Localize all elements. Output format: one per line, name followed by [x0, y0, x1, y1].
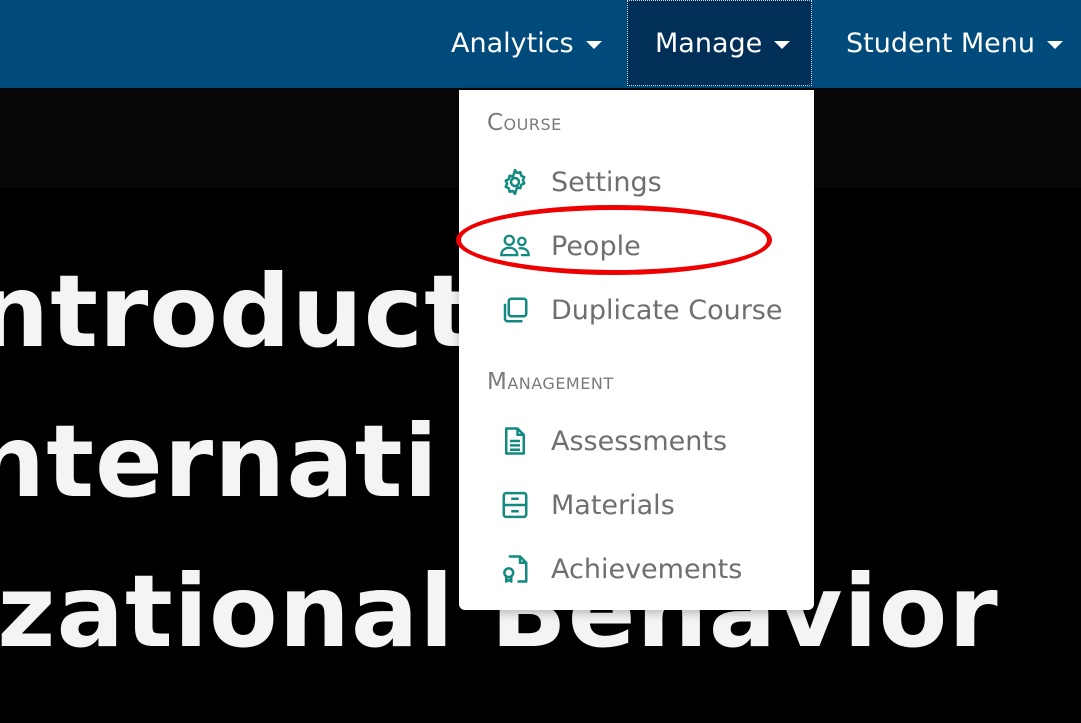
menu-item-people[interactable]: People: [499, 221, 641, 271]
menu-item-settings[interactable]: Settings: [499, 157, 662, 207]
menu-item-assessments[interactable]: Assessments: [499, 416, 727, 466]
copy-icon: [499, 294, 531, 326]
duplicate-course-label: Duplicate Course: [551, 294, 783, 326]
manage-label: Manage: [655, 27, 763, 59]
manage-dropdown-menu: Course Settings People Duplicate Course …: [459, 90, 814, 610]
settings-label: Settings: [551, 166, 662, 198]
materials-label: Materials: [551, 489, 675, 521]
student-menu[interactable]: Student Menu: [846, 0, 1063, 86]
management-section-header: Management: [487, 369, 614, 395]
student-menu-label: Student Menu: [846, 27, 1035, 59]
assessments-label: Assessments: [551, 425, 728, 457]
people-label: People: [551, 230, 641, 262]
menu-item-materials[interactable]: Materials: [499, 480, 675, 530]
menu-item-duplicate-course[interactable]: Duplicate Course: [499, 285, 782, 335]
analytics-menu[interactable]: Analytics: [451, 0, 602, 86]
chevron-down-icon: [774, 41, 791, 49]
course-title-line-1: ntroducti: [0, 253, 509, 370]
chevron-down-icon: [1047, 41, 1063, 49]
gear-icon: [499, 166, 531, 198]
document-icon: [499, 425, 531, 457]
analytics-label: Analytics: [451, 27, 574, 59]
manage-menu[interactable]: Manage: [627, 0, 812, 86]
chevron-down-icon: [585, 41, 602, 49]
people-icon: [499, 230, 531, 262]
menu-item-achievements[interactable]: Achievements: [499, 544, 742, 594]
top-navigation-bar: Analytics Manage Student Menu: [0, 0, 1081, 88]
course-title-line-2: nternati: [0, 403, 439, 520]
archive-icon: [499, 489, 531, 521]
certificate-icon: [499, 553, 531, 585]
achievements-label: Achievements: [551, 553, 743, 585]
course-section-header: Course: [487, 110, 562, 136]
